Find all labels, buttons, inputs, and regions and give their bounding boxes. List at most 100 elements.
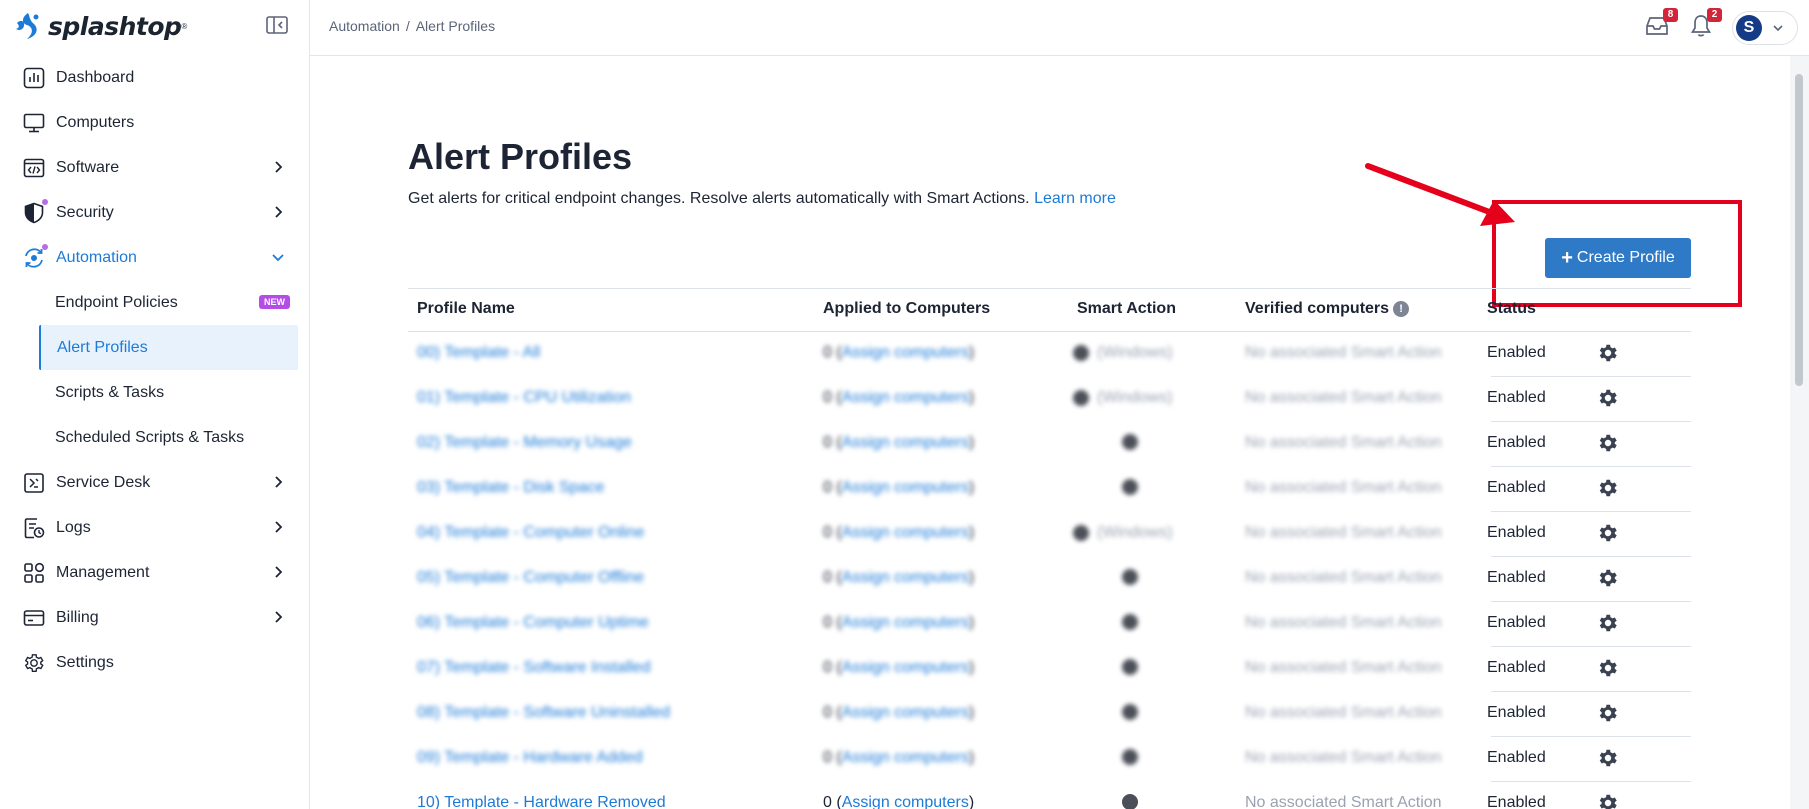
gear-icon[interactable] <box>1597 432 1619 454</box>
learn-more-link[interactable]: Learn more <box>1034 190 1116 207</box>
table-row: 06) Template - Computer Uptime 0 (Assign … <box>408 602 1691 647</box>
sidebar-item-settings[interactable]: Settings <box>0 640 309 685</box>
column-smart-action[interactable]: Smart Action <box>1077 300 1176 318</box>
gear-icon[interactable] <box>1597 792 1619 809</box>
verified-computers: No associated Smart Action <box>1245 704 1442 721</box>
chevron-right-icon <box>270 159 286 175</box>
assign-computers-link[interactable]: Assign computers <box>842 614 969 631</box>
column-verified-computers[interactable]: Verified computers! <box>1245 300 1410 318</box>
profile-name-link[interactable]: 08) Template - Software Uninstalled <box>417 704 670 722</box>
os-icon <box>1073 390 1089 406</box>
gear-icon[interactable] <box>1597 522 1619 544</box>
column-profile-name[interactable]: Profile Name <box>417 300 515 318</box>
inbox-button[interactable]: 8 <box>1644 8 1678 39</box>
profile-name-link[interactable]: 03) Template - Disk Space <box>417 479 604 497</box>
scrollbar-thumb[interactable] <box>1795 74 1803 386</box>
code-window-icon <box>22 156 46 180</box>
splashtop-logo[interactable]: splashtop ® <box>13 8 187 44</box>
assign-computers-link[interactable]: Assign computers <box>842 749 969 766</box>
sidebar-subitem-alert-profiles[interactable]: Alert Profiles <box>39 325 298 370</box>
gear-icon[interactable] <box>1597 342 1619 364</box>
sidebar-item-management[interactable]: Management <box>0 550 309 595</box>
assign-computers-link[interactable]: Assign computers <box>842 794 969 809</box>
sidebar-item-service-desk[interactable]: Service Desk <box>0 460 309 505</box>
billing-icon <box>22 606 46 630</box>
user-menu[interactable]: S <box>1732 11 1798 45</box>
verified-computers: No associated Smart Action <box>1245 434 1442 451</box>
sidebar-subitem-endpoint-policies[interactable]: Endpoint Policies NEW <box>0 280 309 325</box>
assign-computers-link[interactable]: Assign computers <box>842 479 969 496</box>
column-applied-to-computers[interactable]: Applied to Computers <box>823 300 990 318</box>
sidebar-item-software[interactable]: Software <box>0 145 309 190</box>
verified-computers: No associated Smart Action <box>1245 659 1442 676</box>
applied-count: 0 <box>823 794 832 809</box>
smart-action[interactable] <box>1122 749 1138 765</box>
profile-name-link[interactable]: 02) Template - Memory Usage <box>417 434 632 452</box>
gear-icon[interactable] <box>1597 702 1619 724</box>
profile-name-link[interactable]: 04) Template - Computer Online <box>417 524 644 542</box>
assign-computers-link[interactable]: Assign computers <box>842 344 969 361</box>
sidebar-subitem-label: Scripts & Tasks <box>55 383 165 401</box>
profile-name-link[interactable]: 00) Template - All <box>417 344 540 362</box>
main-content: Alert Profiles Get alerts for critical e… <box>310 56 1790 809</box>
assign-computers-link[interactable]: Assign computers <box>842 389 969 406</box>
applied-to-computers: 0 (Assign computers) <box>823 614 975 631</box>
sidebar-item-billing[interactable]: Billing <box>0 595 309 640</box>
profile-name-link[interactable]: 05) Template - Computer Offline <box>417 569 644 587</box>
assign-computers-link[interactable]: Assign computers <box>842 659 969 676</box>
smart-action[interactable] <box>1122 794 1138 809</box>
create-profile-button[interactable]: + Create Profile <box>1545 238 1691 278</box>
gear-icon[interactable] <box>1597 612 1619 634</box>
assign-computers-link[interactable]: Assign computers <box>842 524 969 541</box>
sidebar-item-security[interactable]: Security <box>0 190 309 235</box>
profile-name-link[interactable]: 01) Template - CPU Utilization <box>417 389 631 407</box>
smart-action[interactable] <box>1122 659 1138 675</box>
sidebar-item-dashboard[interactable]: Dashboard <box>0 55 309 100</box>
table-row: 05) Template - Computer Offline 0 (Assign… <box>408 557 1691 602</box>
gear-icon[interactable] <box>1597 567 1619 589</box>
collapse-sidebar-icon[interactable] <box>266 16 290 36</box>
smart-action[interactable] <box>1122 704 1138 720</box>
smart-action[interactable]: (Windows) <box>1073 524 1173 542</box>
gear-icon[interactable] <box>1597 747 1619 769</box>
sidebar-item-logs[interactable]: Logs <box>0 505 309 550</box>
page-scrollbar[interactable] <box>1790 56 1809 809</box>
notifications-button[interactable]: 2 <box>1688 8 1722 39</box>
sidebar-item-label: Service Desk <box>56 473 151 491</box>
chevron-right-icon <box>270 564 286 580</box>
smart-action[interactable]: (Windows) <box>1073 389 1173 407</box>
smart-action[interactable]: (Windows) <box>1073 344 1173 362</box>
breadcrumb-automation[interactable]: Automation <box>329 18 400 34</box>
automation-icon <box>22 243 48 270</box>
inbox-count-badge: 8 <box>1663 8 1678 22</box>
table-body: 00) Template - All 0 (Assign computers) (W… <box>408 332 1691 809</box>
breadcrumb: Automation / Alert Profiles <box>329 18 495 34</box>
info-icon[interactable]: ! <box>1393 300 1410 317</box>
column-status[interactable]: Status <box>1487 300 1536 318</box>
assign-computers-link[interactable]: Assign computers <box>842 569 969 586</box>
gear-icon[interactable] <box>1597 387 1619 409</box>
profile-name-link[interactable]: 06) Template - Computer Uptime <box>417 614 649 632</box>
subtitle-text: Get alerts for critical endpoint changes… <box>408 190 1030 207</box>
status-text: Enabled <box>1487 749 1546 766</box>
breadcrumb-alert-profiles[interactable]: Alert Profiles <box>416 18 495 34</box>
profile-name-link[interactable]: 07) Template - Software Installed <box>417 659 651 677</box>
assign-computers-link[interactable]: Assign computers <box>842 434 969 451</box>
gear-icon[interactable] <box>1597 477 1619 499</box>
sidebar-subitem-scripts-tasks[interactable]: Scripts & Tasks <box>0 370 309 415</box>
chevron-right-icon <box>270 474 286 490</box>
smart-action[interactable] <box>1122 569 1138 585</box>
sidebar-item-automation[interactable]: Automation <box>0 235 309 280</box>
profile-name-link[interactable]: 10) Template - Hardware Removed <box>417 794 666 809</box>
status-text: Enabled <box>1487 389 1546 406</box>
assign-computers-link[interactable]: Assign computers <box>842 704 969 721</box>
sidebar-item-label: Settings <box>56 653 114 671</box>
smart-action[interactable] <box>1122 614 1138 630</box>
gear-icon[interactable] <box>1597 657 1619 679</box>
profile-name-link[interactable]: 09) Template - Hardware Added <box>417 749 643 767</box>
sidebar-subitem-scheduled-scripts[interactable]: Scheduled Scripts & Tasks <box>0 415 309 460</box>
smart-action[interactable] <box>1122 434 1138 450</box>
smart-action[interactable] <box>1122 479 1138 495</box>
sidebar-item-computers[interactable]: Computers <box>0 100 309 145</box>
breadcrumb-separator: / <box>405 18 410 34</box>
